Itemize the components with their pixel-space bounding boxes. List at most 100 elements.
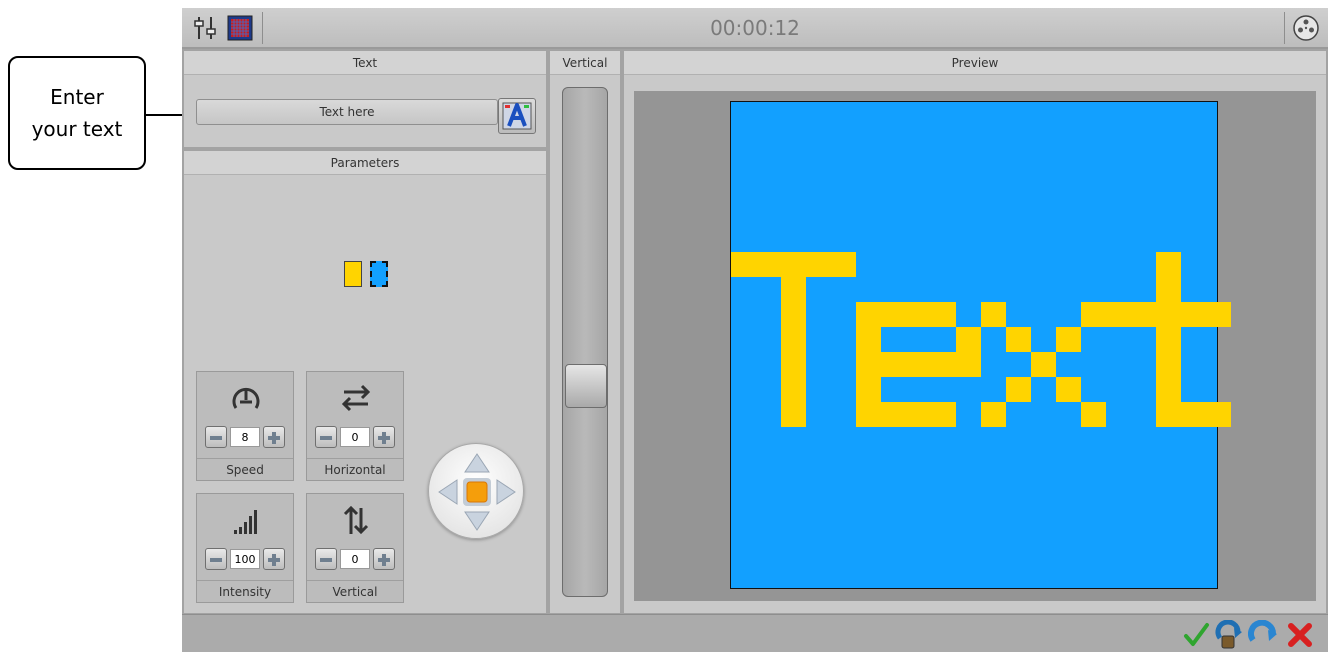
preview-pixel (781, 252, 806, 277)
preview-pixel (1031, 352, 1056, 377)
bottom-action-bar (182, 614, 1328, 652)
vertical-slider-thumb[interactable] (565, 364, 607, 408)
instruction-callout: Enter your text (8, 56, 146, 170)
intensity-increase-button[interactable] (263, 548, 285, 570)
speed-increase-button[interactable] (263, 426, 285, 448)
reset-arrow-icon[interactable] (1248, 619, 1278, 650)
preview-pixel (1006, 327, 1031, 352)
parameters-panel-title: Parameters (184, 151, 546, 175)
preview-pixel (1156, 377, 1181, 402)
speed-value[interactable]: 8 (230, 427, 260, 447)
vertical-label: Vertical (307, 580, 403, 602)
foreground-color-swatch[interactable] (344, 261, 362, 287)
preview-pixel (781, 277, 806, 302)
film-reel-icon[interactable] (1292, 14, 1320, 42)
app-window: 00:00:12 Text Text here Parameters 8 Spe… (182, 8, 1328, 652)
preview-pixel (1156, 327, 1181, 352)
speedometer-icon (222, 378, 270, 418)
direction-pad[interactable] (428, 443, 524, 539)
vertical-decrease-button[interactable] (315, 548, 337, 570)
horizontal-value[interactable]: 0 (340, 427, 370, 447)
checkmark-icon[interactable] (1182, 621, 1210, 649)
preview-pixel-text (731, 102, 1231, 588)
matrix-grid-icon[interactable] (226, 14, 254, 42)
preview-area (634, 91, 1316, 601)
preview-pixel (1081, 302, 1106, 327)
preview-pixel (1081, 402, 1106, 427)
preview-pixel (981, 402, 1006, 427)
preview-pixel (781, 352, 806, 377)
preview-pixel (1156, 277, 1181, 302)
save-icon[interactable] (1214, 619, 1244, 650)
text-panel: Text Text here (182, 49, 548, 149)
horizontal-control: 0 Horizontal (306, 371, 404, 481)
preview-pixel (931, 402, 956, 427)
preview-pixel (956, 327, 981, 352)
toolbar-separator (1284, 12, 1285, 44)
intensity-label: Intensity (197, 580, 293, 602)
top-toolbar: 00:00:12 (182, 8, 1328, 49)
preview-panel-title: Preview (624, 51, 1326, 75)
preview-pixel (781, 327, 806, 352)
preview-pixel (1181, 402, 1206, 427)
preview-pixel (931, 352, 956, 377)
vertical-panel: Vertical (548, 49, 622, 615)
preview-pixel (806, 252, 831, 277)
font-style-button[interactable] (498, 98, 536, 134)
background-color-swatch[interactable] (370, 261, 388, 287)
preview-pixel (931, 302, 956, 327)
preview-pixel (1006, 377, 1031, 402)
preview-pixel (881, 302, 906, 327)
preview-pixel (1056, 327, 1081, 352)
vertical-control: 0 Vertical (306, 493, 404, 603)
preview-pixel (1156, 352, 1181, 377)
preview-pixel (1206, 402, 1231, 427)
cancel-x-icon[interactable] (1286, 621, 1314, 649)
preview-canvas (730, 101, 1231, 589)
preview-pixel (1181, 302, 1206, 327)
vertical-panel-title: Vertical (550, 51, 620, 75)
preview-pixel (906, 402, 931, 427)
preview-panel: Preview (622, 49, 1328, 615)
preview-pixel (956, 352, 981, 377)
preview-pixel (1206, 302, 1231, 327)
callout-line-2: your text (31, 117, 123, 141)
horizontal-arrows-icon (332, 378, 380, 418)
preview-pixel (1156, 302, 1181, 327)
direction-pad-icon (438, 453, 516, 531)
preview-pixel (781, 402, 806, 427)
preview-pixel (856, 402, 881, 427)
vertical-arrows-icon (332, 500, 380, 540)
callout-line-1: Enter (50, 85, 104, 109)
toolbar-separator (262, 12, 263, 44)
preview-pixel (981, 302, 1006, 327)
preview-pixel (1156, 252, 1181, 277)
preview-pixel (781, 302, 806, 327)
preview-pixel (1156, 402, 1181, 427)
intensity-decrease-button[interactable] (205, 548, 227, 570)
horizontal-label: Horizontal (307, 458, 403, 480)
vertical-slider-track[interactable] (562, 87, 608, 597)
horizontal-increase-button[interactable] (373, 426, 395, 448)
speed-decrease-button[interactable] (205, 426, 227, 448)
text-input[interactable]: Text here (196, 99, 498, 125)
preview-pixel (856, 327, 881, 352)
preview-pixel (856, 302, 881, 327)
font-style-icon (502, 102, 532, 130)
preview-pixel (1106, 302, 1131, 327)
speed-label: Speed (197, 458, 293, 480)
preview-pixel (731, 252, 756, 277)
parameters-panel: Parameters 8 Speed 0 Horizontal 100 Inte… (182, 149, 548, 615)
vertical-increase-button[interactable] (373, 548, 395, 570)
signal-bars-icon (222, 500, 270, 540)
vertical-value[interactable]: 0 (340, 549, 370, 569)
text-panel-title: Text (184, 51, 546, 75)
horizontal-decrease-button[interactable] (315, 426, 337, 448)
sliders-icon[interactable] (192, 14, 220, 42)
preview-pixel (856, 352, 881, 377)
preview-pixel (831, 252, 856, 277)
preview-pixel (756, 252, 781, 277)
preview-pixel (1131, 302, 1156, 327)
intensity-value[interactable]: 100 (230, 549, 260, 569)
preview-pixel (856, 377, 881, 402)
